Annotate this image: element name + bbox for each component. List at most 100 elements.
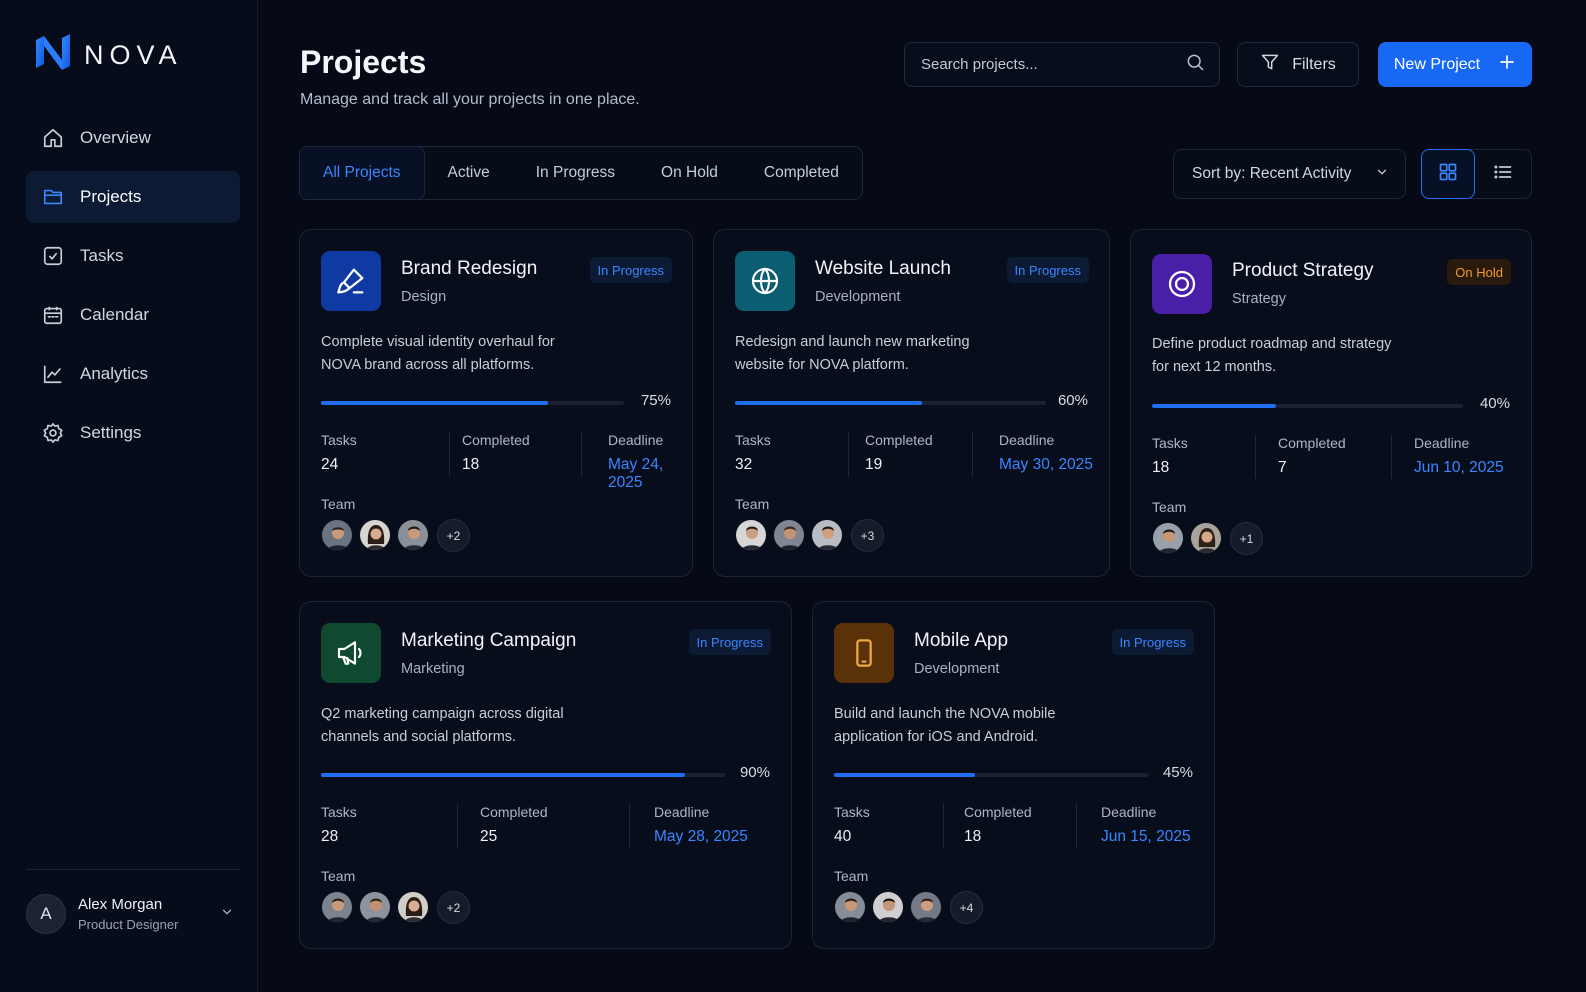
stat-label: Tasks <box>834 804 870 820</box>
stat-label: Completed <box>865 432 933 448</box>
sidebar-nav: Overview Projects Tasks Calendar Analyti… <box>26 112 240 466</box>
sidebar-item-tasks[interactable]: Tasks <box>26 230 240 282</box>
sidebar-item-settings[interactable]: Settings <box>26 407 240 459</box>
project-card-marketing-campaign[interactable]: Marketing Campaign Marketing In Progress… <box>299 601 792 949</box>
project-card-mobile-app[interactable]: Mobile App Development In Progress Build… <box>812 601 1215 949</box>
sidebar-item-label: Tasks <box>80 246 124 265</box>
avatar[interactable] <box>910 891 942 923</box>
project-card-product-strategy[interactable]: Product Strategy Strategy On Hold Define… <box>1130 229 1532 577</box>
project-card-website-launch[interactable]: Website Launch Development In Progress R… <box>713 229 1110 577</box>
avatar[interactable] <box>359 891 391 923</box>
stat-label: Tasks <box>735 432 771 448</box>
tab-active[interactable]: Active <box>425 147 513 199</box>
stat-label: Deadline <box>1101 804 1157 820</box>
tab-in-progress[interactable]: In Progress <box>513 147 638 199</box>
team-label: Team <box>321 868 356 884</box>
avatar[interactable] <box>811 519 843 551</box>
stat-label: Completed <box>964 804 1032 820</box>
progress-fill <box>834 773 976 777</box>
tab-all-projects[interactable]: All Projects <box>299 146 425 200</box>
stat-value: Jun 10, 2025 <box>1414 459 1504 476</box>
avatar[interactable] <box>1190 522 1222 554</box>
logo[interactable]: NOVA <box>34 34 183 77</box>
folder-icon <box>42 186 64 208</box>
avatar[interactable] <box>321 891 353 923</box>
team-more-count[interactable]: +1 <box>1230 522 1263 555</box>
stat-label: Tasks <box>321 432 357 448</box>
stat-value: Jun 15, 2025 <box>1101 828 1191 845</box>
status-badge: On Hold <box>1447 259 1511 285</box>
list-view-button[interactable] <box>1475 150 1530 198</box>
home-icon <box>42 127 64 149</box>
stat-completed: Completed 18 <box>449 432 581 476</box>
search-input[interactable] <box>921 56 1185 73</box>
tab-on-hold[interactable]: On Hold <box>638 147 741 199</box>
stat-deadline: Deadline May 28, 2025 <box>629 804 769 848</box>
page-subtitle: Manage and track all your projects in on… <box>300 91 640 108</box>
page-title: Projects <box>300 44 427 80</box>
project-description: Define product roadmap and strategy for … <box>1152 336 1392 375</box>
team-more-count[interactable]: +4 <box>950 891 983 924</box>
stat-tasks: Tasks 18 <box>1152 435 1255 479</box>
new-project-button[interactable]: New Project <box>1378 42 1532 87</box>
avatar[interactable] <box>397 519 429 551</box>
filters-button[interactable]: Filters <box>1237 42 1359 87</box>
sidebar-item-overview[interactable]: Overview <box>26 112 240 164</box>
stat-value: May 28, 2025 <box>654 828 748 845</box>
team-avatars: +2 <box>321 891 470 924</box>
stat-deadline: Deadline Jun 15, 2025 <box>1076 804 1196 848</box>
team-avatars: +4 <box>834 891 983 924</box>
stat-value: 32 <box>735 456 753 473</box>
project-stats: Tasks 32 Completed 19 Deadline May 30, 2025 <box>735 432 1102 476</box>
stat-value: 18 <box>462 456 480 473</box>
stat-value: 18 <box>1152 459 1170 476</box>
sidebar-divider <box>26 869 240 870</box>
tab-completed[interactable]: Completed <box>741 147 862 199</box>
avatar[interactable] <box>735 519 767 551</box>
team-more-count[interactable]: +2 <box>437 891 470 924</box>
project-card-brand-redesign[interactable]: Brand Redesign Design In Progress Comple… <box>299 229 693 577</box>
sidebar-item-label: Calendar <box>80 305 149 324</box>
phone-icon <box>834 623 894 683</box>
sort-label: Sort by: Recent Activity <box>1192 165 1352 182</box>
plus-icon <box>1498 53 1516 76</box>
stat-value: 40 <box>834 828 852 845</box>
avatar[interactable] <box>872 891 904 923</box>
team-more-count[interactable]: +3 <box>851 519 884 552</box>
progress-fill <box>1152 404 1277 408</box>
project-description: Build and launch the NOVA mobile applica… <box>834 706 1056 745</box>
avatar[interactable] <box>773 519 805 551</box>
user-menu[interactable]: A Alex Morgan Product Designer <box>26 893 240 935</box>
sidebar-item-projects[interactable]: Projects <box>26 171 240 223</box>
progress-bar <box>321 773 725 777</box>
stat-value: 7 <box>1278 459 1287 476</box>
search-icon[interactable] <box>1185 52 1205 77</box>
avatar[interactable] <box>397 891 429 923</box>
stat-label: Completed <box>480 804 548 820</box>
stat-completed: Completed 18 <box>943 804 1076 848</box>
new-project-label: New Project <box>1393 55 1481 73</box>
avatar[interactable] <box>834 891 866 923</box>
search-box[interactable] <box>904 42 1220 87</box>
progress-percent: 45% <box>1162 764 1193 781</box>
progress-bar <box>321 401 624 405</box>
project-stats: Tasks 28 Completed 25 Deadline May 28, 2025 <box>321 804 769 848</box>
progress-bar <box>735 401 1046 405</box>
progress-fill <box>735 401 922 405</box>
stat-value: 19 <box>865 456 883 473</box>
avatar[interactable] <box>359 519 391 551</box>
stat-label: Completed <box>1278 435 1346 451</box>
avatar[interactable] <box>1152 522 1184 554</box>
chevron-down-icon <box>1375 165 1389 184</box>
project-description: Complete visual identity overhaul for NO… <box>321 334 555 373</box>
globe-icon <box>735 251 795 311</box>
team-label: Team <box>321 496 356 512</box>
team-more-count[interactable]: +2 <box>437 519 470 552</box>
chevron-down-icon[interactable] <box>220 905 234 924</box>
sidebar-item-analytics[interactable]: Analytics <box>26 348 240 400</box>
grid-view-button[interactable] <box>1421 149 1475 199</box>
progress-fill <box>321 401 549 405</box>
sort-dropdown[interactable]: Sort by: Recent Activity <box>1173 149 1406 199</box>
sidebar-item-calendar[interactable]: Calendar <box>26 289 240 341</box>
avatar[interactable] <box>321 519 353 551</box>
